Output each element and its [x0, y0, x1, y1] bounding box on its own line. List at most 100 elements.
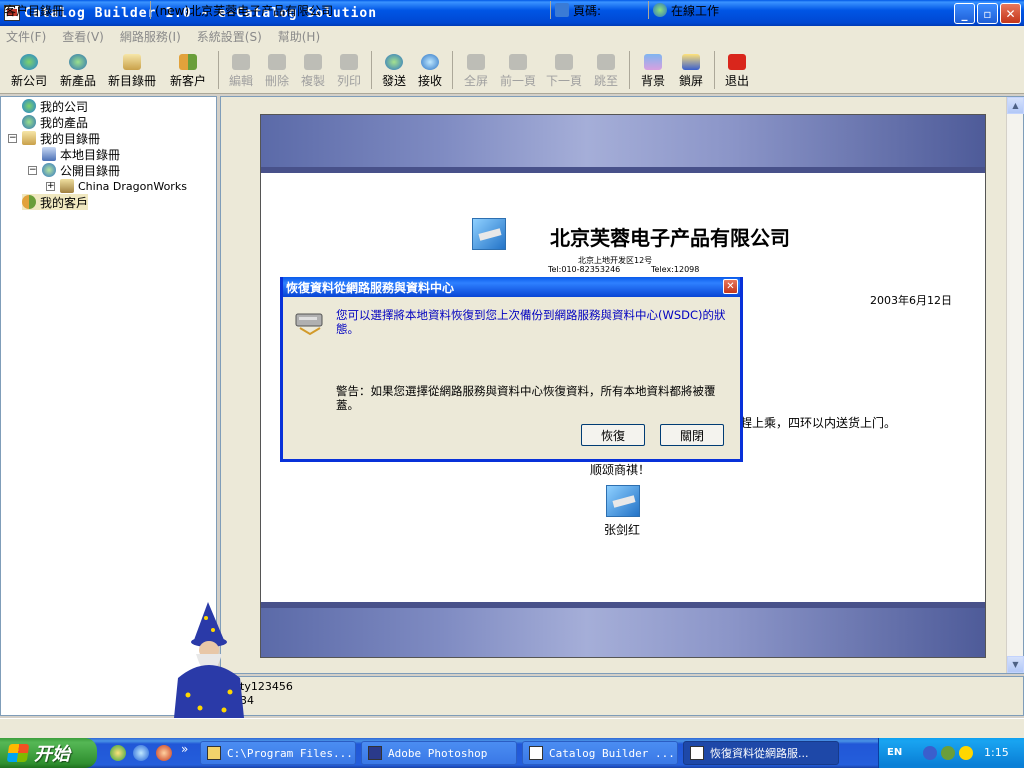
power-icon	[728, 54, 746, 70]
status-page-number: 頁碼:	[550, 1, 648, 19]
menu-help[interactable]: 幫助(H)	[278, 28, 320, 45]
scroll-up-icon[interactable]: ▲	[1007, 97, 1024, 114]
company-logo	[472, 218, 506, 250]
fullscreen-icon	[467, 54, 485, 70]
system-tray: EN 1:15	[878, 738, 1024, 768]
menu-network-service[interactable]: 網路服務(I)	[120, 28, 181, 45]
new-customer-button[interactable]: 新客户	[162, 46, 214, 94]
status-current-item: (new)北京芙蓉电子产品有限公司	[150, 1, 550, 19]
task-catalog-builder[interactable]: Catalog Builder ...	[522, 741, 678, 765]
new-company-button[interactable]: 新公司	[4, 46, 54, 94]
status-section: 客户目錄冊	[4, 3, 65, 18]
lock-screen-button[interactable]: 鎖屏	[672, 46, 710, 94]
tree-item-public-catalogs[interactable]: 公開目錄冊	[42, 162, 120, 178]
internet-explorer-icon[interactable]	[133, 745, 149, 761]
vertical-scrollbar[interactable]: ▲ ▼	[1006, 97, 1024, 673]
receive-globe-icon	[421, 54, 439, 70]
tree-item-my-catalogs[interactable]: 我的目錄冊	[22, 130, 100, 146]
start-button[interactable]: 开始	[0, 738, 97, 768]
copy-icon	[304, 54, 322, 70]
menu-system-settings[interactable]: 系統設置(S)	[197, 28, 262, 45]
company-telex: Telex:12098	[651, 265, 700, 274]
background-button[interactable]: 背景	[634, 46, 672, 94]
fullscreen-button[interactable]: 全屏	[457, 46, 495, 94]
dialog-titlebar[interactable]: 恢復資料從網路服務與資料中心 ✕	[283, 277, 740, 297]
tray-messenger-icon[interactable]	[959, 746, 973, 760]
task-program-files[interactable]: C:\Program Files...	[200, 741, 356, 765]
page-header-banner	[261, 115, 985, 173]
database-restore-icon	[295, 313, 323, 336]
local-catalog-icon	[42, 147, 56, 161]
new-catalog-button[interactable]: 新目錄冊	[102, 46, 162, 94]
prev-page-button[interactable]: 前一頁	[495, 46, 541, 94]
wizard-assistant-icon[interactable]	[170, 600, 250, 718]
background-image-icon	[644, 54, 662, 70]
toolbar-separator	[452, 51, 453, 89]
status-connection: 在線工作	[648, 1, 1024, 19]
delete-button[interactable]: 刪除	[259, 46, 295, 94]
tree-item-my-customers[interactable]: 我的客戶	[22, 194, 89, 210]
media-player-icon[interactable]	[110, 745, 126, 761]
customers-icon	[22, 195, 36, 209]
details-panel	[220, 676, 1024, 716]
app-icon	[690, 746, 704, 760]
letter-body-line: 趕上乘，四环以内送货上门。	[740, 416, 897, 430]
globe-icon	[20, 54, 38, 70]
status-bar	[0, 718, 1024, 738]
dialog-message: 您可以選擇將本地資料恢復到您上次備份到網路服務與資料中心(WSDC)的狀態。	[336, 308, 726, 336]
next-page-icon	[555, 54, 573, 70]
page-footer-banner	[261, 602, 985, 657]
signer-logo	[606, 485, 640, 517]
catalog-icon	[22, 131, 36, 145]
outlook-express-icon[interactable]	[156, 745, 172, 761]
expand-toggle[interactable]: +	[46, 182, 55, 191]
letter-date: 2003年6月12日	[870, 294, 952, 307]
goto-button[interactable]: 跳至	[587, 46, 625, 94]
copy-button[interactable]: 複製	[295, 46, 331, 94]
print-icon	[340, 54, 358, 70]
company-tel: Tel:010-82353246	[548, 265, 621, 274]
edit-icon	[232, 54, 250, 70]
tree-item-local-catalogs[interactable]: 本地目錄冊	[42, 146, 120, 162]
language-indicator[interactable]: EN	[887, 747, 902, 758]
menu-view[interactable]: 查看(V)	[62, 28, 104, 45]
tray-network-icon[interactable]	[941, 746, 955, 760]
tree-item-china-dragonworks[interactable]: China DragonWorks	[60, 178, 187, 194]
tree-item-my-products[interactable]: 我的產品	[22, 114, 88, 130]
letter-signer: 张剑红	[604, 523, 641, 537]
close-dialog-button[interactable]: 關閉	[660, 424, 724, 446]
folder-icon	[207, 746, 221, 760]
exit-button[interactable]: 退出	[719, 46, 755, 94]
receive-button[interactable]: 接收	[412, 46, 448, 94]
collapse-toggle[interactable]: −	[8, 134, 17, 143]
catalog-icon	[123, 54, 141, 70]
taskbar: 开始 » C:\Program Files... Adobe Photoshop…	[0, 738, 1024, 768]
letter-regards: 顺颂商祺！	[590, 463, 651, 477]
tree-item-my-company[interactable]: 我的公司	[22, 98, 88, 114]
restore-button[interactable]: 恢復	[581, 424, 645, 446]
photoshop-icon	[368, 746, 382, 760]
edit-button[interactable]: 編輯	[223, 46, 259, 94]
public-catalog-icon	[42, 163, 56, 177]
task-photoshop[interactable]: Adobe Photoshop	[361, 741, 517, 765]
collapse-toggle[interactable]: −	[28, 166, 37, 175]
task-restore-dialog[interactable]: 恢復資料從網路服...	[683, 741, 839, 765]
dialog-close-button[interactable]: ✕	[723, 279, 738, 294]
scroll-down-icon[interactable]: ▼	[1007, 656, 1024, 673]
new-product-button[interactable]: 新產品	[54, 46, 102, 94]
send-button[interactable]: 發送	[376, 46, 412, 94]
menu-file[interactable]: 文件(F)	[6, 28, 46, 45]
globe-box-icon	[69, 54, 87, 70]
windows-logo-icon	[6, 744, 30, 762]
toolbar: 新公司 新產品 新目錄冊 新客户 編輯 刪除 複製 列印 發送 接收 全屏 前一…	[0, 46, 1024, 94]
dialog-warning: 警告：如果您選擇從網路服務與資料中心恢復資料，所有本地資料都將被覆蓋。	[336, 384, 716, 412]
globe-box-icon	[22, 115, 36, 129]
online-globe-icon	[653, 3, 667, 17]
print-button[interactable]: 列印	[331, 46, 367, 94]
next-page-button[interactable]: 下一頁	[541, 46, 587, 94]
quick-launch-more[interactable]: »	[181, 742, 188, 756]
menu-bar: 文件(F) 查看(V) 網路服務(I) 系統設置(S) 幫助(H)	[0, 26, 1024, 46]
prev-page-icon	[509, 54, 527, 70]
tray-assistant-icon[interactable]	[923, 746, 937, 760]
lock-icon	[682, 54, 700, 70]
